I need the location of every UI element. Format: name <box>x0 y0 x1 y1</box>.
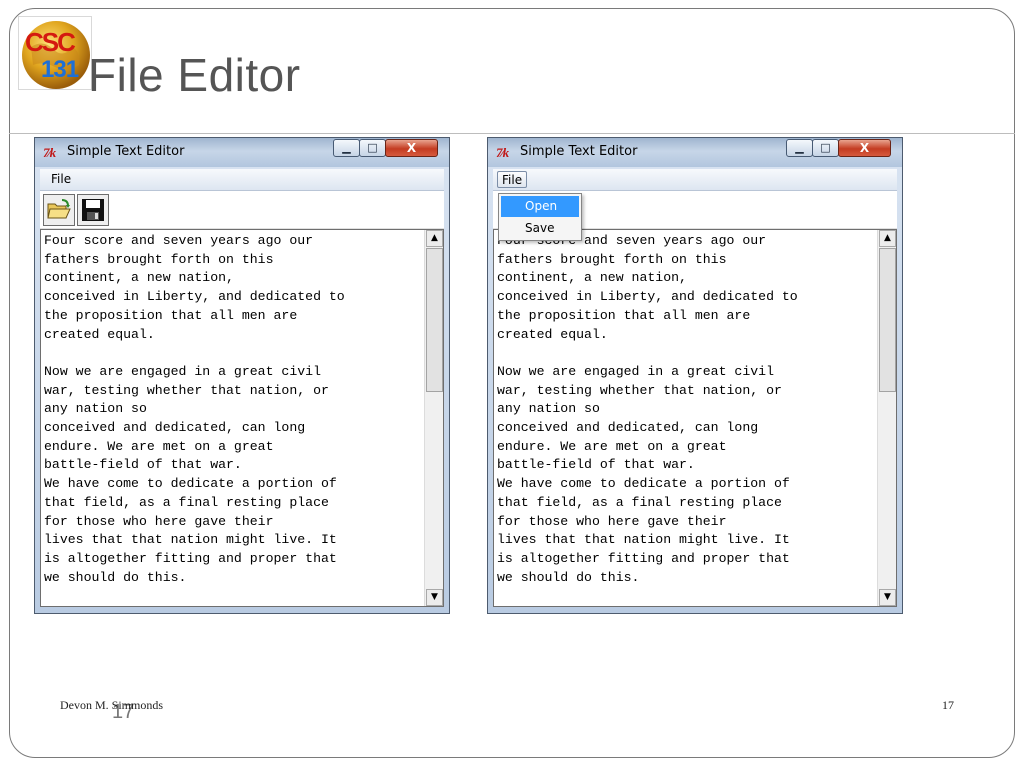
vertical-scrollbar[interactable]: ▲ ▼ <box>877 230 896 606</box>
footer-page-number: 17 <box>942 698 954 712</box>
slide-title: File Editor <box>88 49 301 101</box>
scroll-down-arrow-icon[interactable]: ▼ <box>879 589 896 606</box>
globe-logo-icon: CSC 131 <box>22 21 90 89</box>
scroll-down-arrow-icon[interactable]: ▼ <box>426 589 443 606</box>
window-title: Simple Text Editor <box>67 144 185 159</box>
scroll-thumb[interactable] <box>426 248 443 392</box>
toolbar <box>40 191 444 229</box>
minimize-button[interactable]: ▁ <box>333 139 360 157</box>
text-editor-window-menu-open: 7⁄k Simple Text Editor ▁ □ X File Open S… <box>487 137 903 614</box>
maximize-button[interactable]: □ <box>812 139 839 157</box>
text-area[interactable]: Four score and seven years ago our fathe… <box>493 229 897 607</box>
svg-text:131: 131 <box>41 56 79 83</box>
text-area[interactable]: Four score and seven years ago our fathe… <box>40 229 444 607</box>
title-divider <box>9 133 1015 134</box>
maximize-button[interactable]: □ <box>359 139 386 157</box>
menu-bar: File <box>40 169 444 191</box>
file-dropdown-menu: Open Save <box>498 193 582 241</box>
open-folder-icon <box>47 199 71 219</box>
vertical-scrollbar[interactable]: ▲ ▼ <box>424 230 443 606</box>
scroll-up-arrow-icon[interactable]: ▲ <box>426 230 443 247</box>
scroll-up-arrow-icon[interactable]: ▲ <box>879 230 896 247</box>
title-bar[interactable]: 7⁄k Simple Text Editor ▁ □ X <box>35 138 449 167</box>
editor-content[interactable]: Four score and seven years ago our fathe… <box>497 232 875 587</box>
editor-content[interactable]: Four score and seven years ago our fathe… <box>44 232 422 587</box>
minimize-button[interactable]: ▁ <box>786 139 813 157</box>
close-button[interactable]: X <box>838 139 891 157</box>
open-button[interactable] <box>43 194 75 226</box>
menu-bar: File <box>493 169 897 191</box>
tk-feather-icon: 7⁄k <box>496 145 509 160</box>
floppy-save-icon <box>82 199 104 221</box>
menu-file[interactable]: File <box>47 171 75 188</box>
menu-item-open[interactable]: Open <box>501 196 579 217</box>
window-title: Simple Text Editor <box>520 144 638 159</box>
text-editor-window: 7⁄k Simple Text Editor ▁ □ X File Four s… <box>34 137 450 614</box>
title-bar[interactable]: 7⁄k Simple Text Editor ▁ □ X <box>488 138 902 167</box>
scroll-thumb[interactable] <box>879 248 896 392</box>
menu-file[interactable]: File <box>497 171 528 188</box>
csc131-logo: CSC 131 <box>18 16 92 90</box>
footer-author: Devon M. Simmonds <box>60 698 164 712</box>
tk-feather-icon: 7⁄k <box>43 145 56 160</box>
svg-text:CSC: CSC <box>25 27 76 57</box>
save-button[interactable] <box>77 194 109 226</box>
close-button[interactable]: X <box>385 139 438 157</box>
menu-item-save[interactable]: Save <box>501 218 579 239</box>
